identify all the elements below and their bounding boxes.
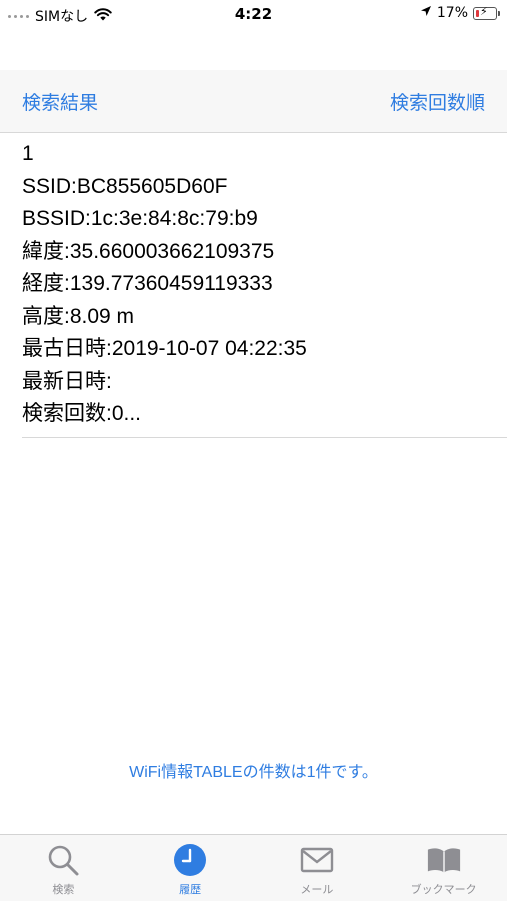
clock-icon — [172, 843, 208, 877]
search-count-text: 検索回数:0... — [22, 402, 142, 425]
nav-bar: 検索結果 検索回数順 — [0, 70, 507, 133]
mail-icon — [299, 843, 335, 877]
record-count-text: WiFi情報TABLEの件数は1件です。 — [129, 764, 378, 781]
ssid-text: SSID:BC855605D60F — [22, 174, 228, 198]
sort-by-search-count-button[interactable]: 検索回数順 — [390, 88, 485, 115]
tab-history-label: 履歴 — [179, 883, 202, 896]
longitude-text: 経度:139.77360459119333 — [22, 272, 273, 295]
status-right: 17% ⚡ — [420, 5, 500, 21]
battery-percent: 17% — [436, 5, 468, 21]
tab-bookmark-label: ブックマーク — [410, 883, 477, 896]
altitude-text: 高度:8.09 m — [22, 304, 135, 328]
tab-search[interactable]: 検索 — [0, 835, 127, 901]
tab-bookmark[interactable]: ブックマーク — [380, 835, 507, 901]
search-results-button[interactable]: 検索結果 — [22, 88, 98, 115]
bssid-text: BSSID:1c:3e:84:8c:79:b9 — [22, 207, 258, 230]
book-icon — [426, 843, 462, 877]
tab-history[interactable]: 履歴 — [127, 835, 254, 901]
latitude-text: 緯度:35.660003662109375 — [22, 239, 275, 263]
newest-datetime-text: 最新日時: — [22, 369, 112, 393]
location-arrow-icon — [420, 5, 432, 21]
battery-charging-icon: ⚡ — [473, 5, 500, 20]
oldest-datetime-text: 最古日時:2019-10-07 04:22:35 — [22, 337, 307, 360]
tab-mail[interactable]: メール — [254, 835, 381, 901]
search-icon — [45, 843, 81, 877]
tab-bar: 検索 履歴 メール ブックマーク — [0, 834, 507, 901]
status-bar: SIMなし 4:22 17% ⚡ — [0, 0, 507, 30]
tab-mail-label: メール — [300, 883, 334, 896]
result-index: 1 — [22, 142, 34, 165]
tab-search-label: 検索 — [52, 883, 75, 896]
list-item[interactable]: 1 SSID:BC855605D60F BSSID:1c:3e:84:8c:79… — [22, 138, 507, 438]
